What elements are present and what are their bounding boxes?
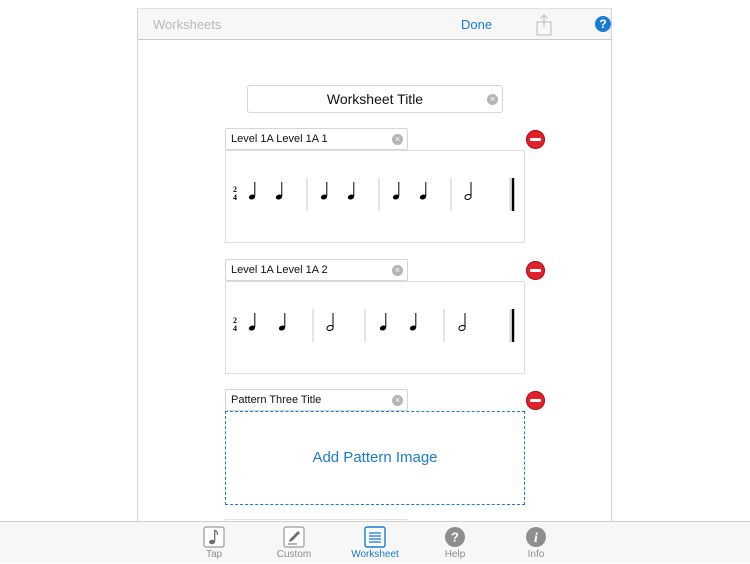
quarter-note-icon [409, 313, 417, 331]
svg-text:i: i [534, 531, 538, 546]
quarter-note-icon [379, 313, 387, 331]
tab-bar: Tap Custom Worksheet ? Help i Info [0, 521, 750, 563]
tab-info-label: Info [527, 549, 545, 560]
clear-icon[interactable]: × [392, 134, 403, 145]
rhythm-staff-2: 2 4 [233, 309, 515, 342]
tab-worksheet-label: Worksheet [351, 549, 399, 560]
pattern-2-staff: 2 4 [225, 281, 525, 374]
worksheets-back-button[interactable]: Worksheets [153, 17, 221, 32]
rhythm-staff-1: 2 4 [233, 178, 515, 211]
music-note-icon [203, 526, 225, 548]
half-note-icon [464, 182, 472, 201]
list-icon [364, 526, 386, 548]
tab-worksheet[interactable]: Worksheet [345, 522, 405, 564]
quarter-note-icon [347, 182, 355, 200]
quarter-note-icon [275, 182, 283, 200]
time-sig-bottom: 4 [233, 324, 237, 333]
worksheet-title-field[interactable]: Worksheet Title × [247, 85, 503, 113]
question-circle-icon: ? [445, 527, 465, 547]
pattern-2-title-field[interactable]: Level 1A Level 1A 2 × [225, 259, 408, 281]
info-circle-icon: i [526, 527, 546, 547]
question-circle-icon[interactable]: ? [595, 16, 611, 32]
quarter-note-icon [320, 182, 328, 200]
tab-info[interactable]: i Info [506, 522, 566, 564]
clear-icon[interactable]: × [487, 94, 498, 105]
remove-pattern-1-button[interactable] [526, 130, 545, 149]
tab-help[interactable]: ? Help [425, 522, 485, 564]
pattern-1-title-field[interactable]: Level 1A Level 1A 1 × [225, 128, 408, 150]
tab-tap[interactable]: Tap [184, 522, 244, 564]
tab-custom-label: Custom [276, 549, 312, 560]
clear-icon[interactable]: × [392, 395, 403, 406]
quarter-note-icon [248, 182, 256, 200]
tab-custom[interactable]: Custom [264, 522, 324, 564]
navigation-bar: Worksheets Done ? [138, 8, 611, 40]
tab-tap-label: Tap [205, 549, 223, 560]
time-sig-bottom: 4 [233, 193, 237, 202]
worksheet-title-value: Worksheet Title [326, 91, 424, 107]
half-note-icon [326, 313, 334, 332]
pencil-icon [283, 526, 305, 548]
pattern-2-title: Level 1A Level 1A 2 [231, 264, 328, 276]
add-pattern-image-label: Add Pattern Image [312, 449, 438, 466]
quarter-note-icon [419, 182, 427, 200]
pattern-3-title-field[interactable]: Pattern Three Title × [225, 389, 408, 411]
tab-help-label: Help [444, 549, 466, 560]
remove-pattern-3-button[interactable] [526, 391, 545, 410]
done-button[interactable]: Done [461, 17, 492, 32]
remove-pattern-2-button[interactable] [526, 261, 545, 280]
quarter-note-icon [392, 182, 400, 200]
svg-text:?: ? [451, 530, 459, 545]
share-icon[interactable] [536, 14, 552, 36]
add-pattern-image-button[interactable]: Add Pattern Image [225, 411, 525, 505]
pattern-1-staff: 2 4 [225, 150, 525, 243]
quarter-note-icon [248, 313, 256, 331]
pattern-3-title: Pattern Three Title [231, 394, 322, 406]
clear-icon[interactable]: × [392, 265, 403, 276]
quarter-note-icon [278, 313, 286, 331]
half-note-icon [458, 313, 466, 332]
pattern-1-title: Level 1A Level 1A 1 [231, 133, 328, 145]
